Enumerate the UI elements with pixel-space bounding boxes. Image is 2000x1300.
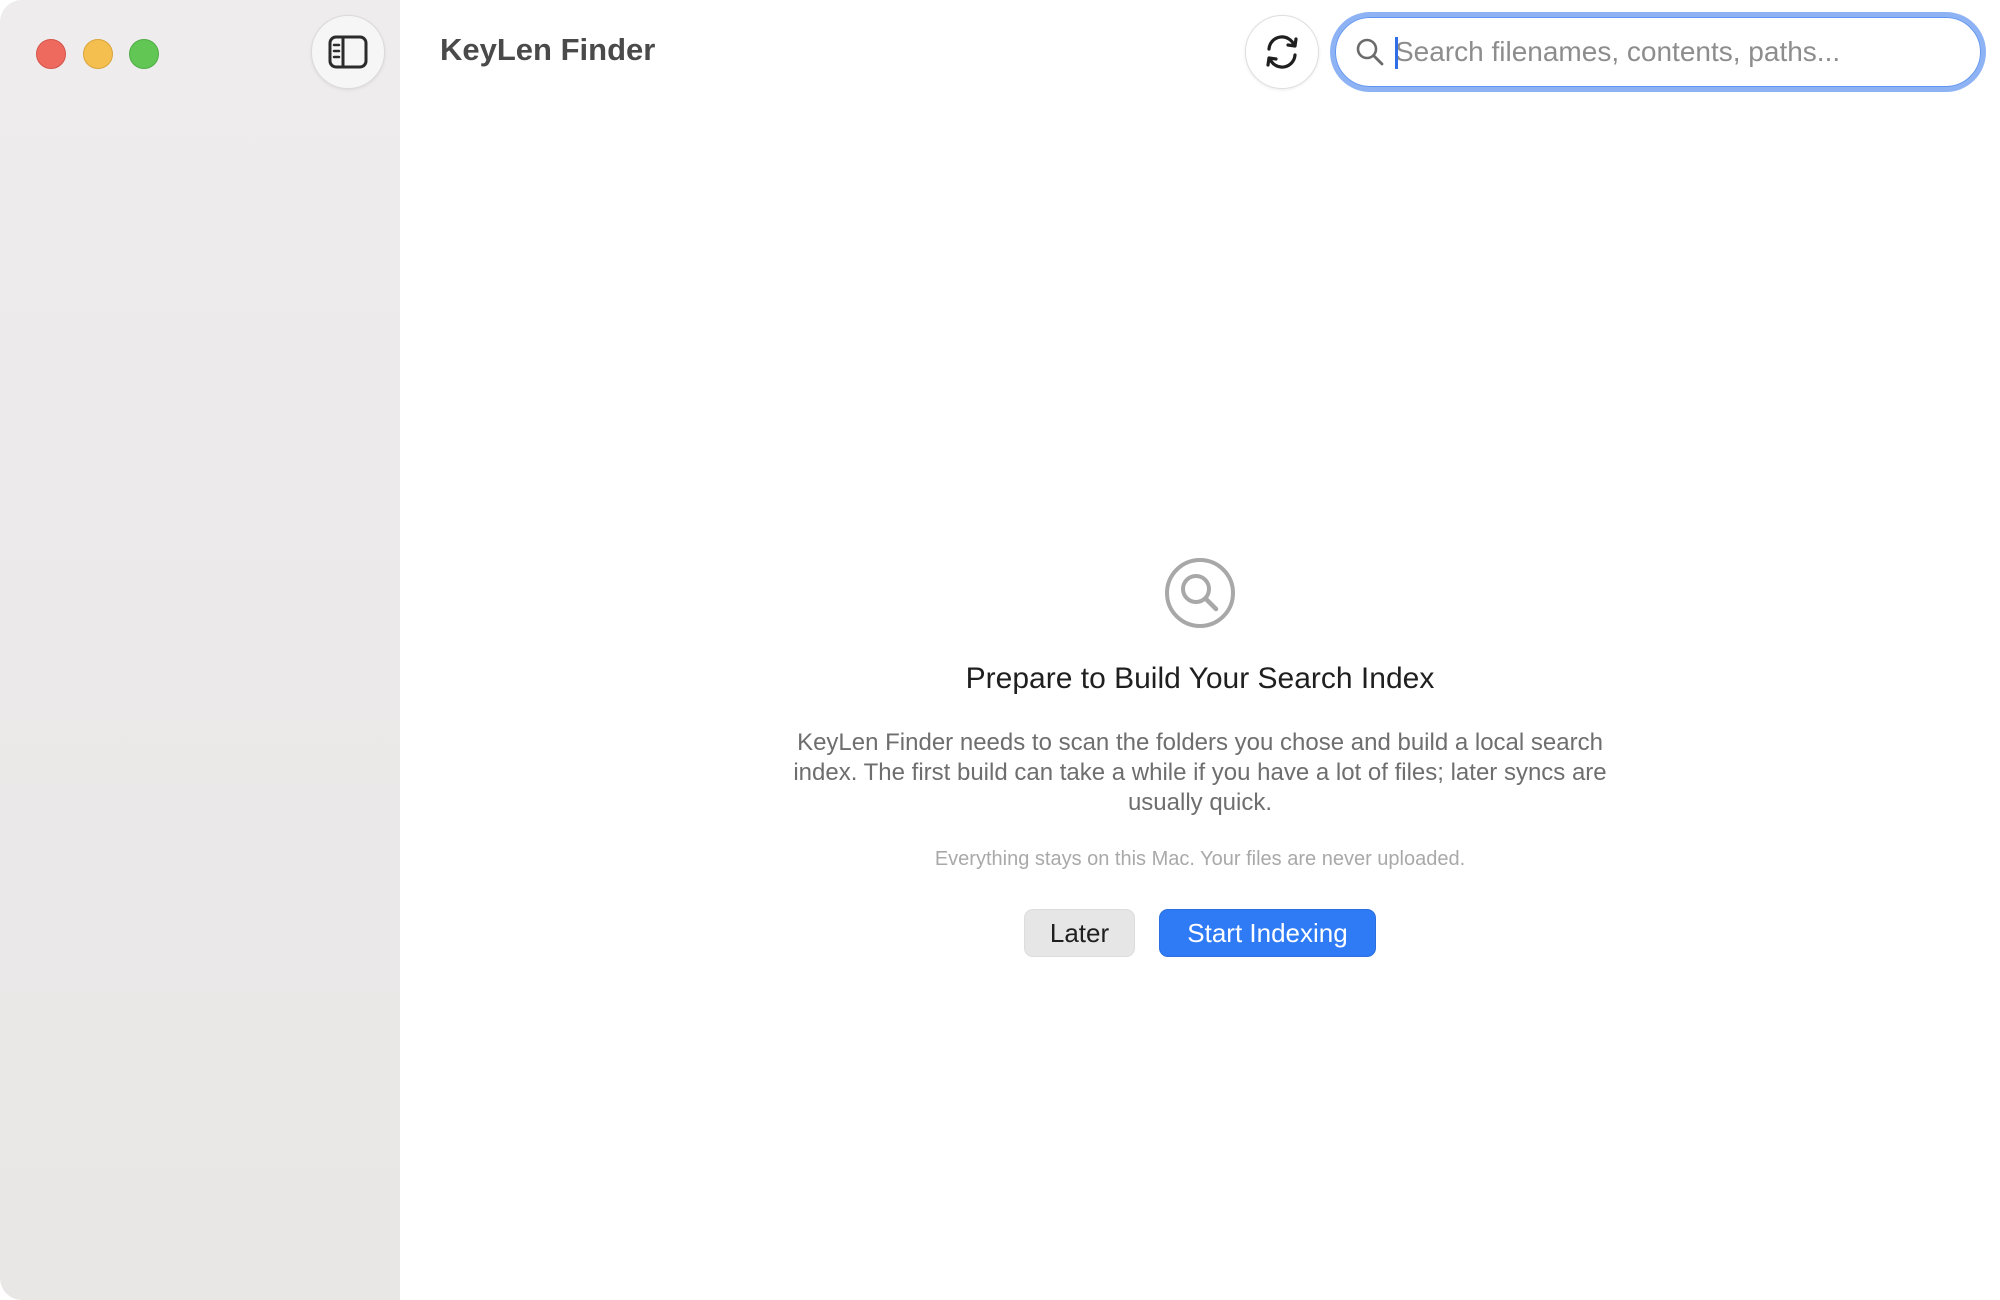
privacy-note: Everything stays on this Mac. Your files… <box>934 848 1466 870</box>
sidebar <box>0 0 400 1300</box>
sidebar-toggle-button[interactable] <box>311 15 385 89</box>
zoom-window-button[interactable] <box>129 39 159 69</box>
empty-state: Prepare to Build Your Search Index KeyLe… <box>400 0 2000 1300</box>
main-pane: KeyLen Finder Prepare <box>400 0 2000 1300</box>
minimize-window-button[interactable] <box>83 39 113 69</box>
start-indexing-button[interactable]: Start Indexing <box>1159 909 1376 957</box>
close-window-button[interactable] <box>36 39 66 69</box>
magnifier-circle-icon <box>1165 558 1235 628</box>
empty-state-title: Prepare to Build Your Search Index <box>965 662 1435 695</box>
app-window: KeyLen Finder Prepare <box>0 0 2000 1300</box>
empty-state-description: KeyLen Finder needs to scan the folders … <box>793 729 1607 816</box>
later-button[interactable]: Later <box>1024 909 1135 957</box>
sidebar-icon <box>328 35 368 69</box>
